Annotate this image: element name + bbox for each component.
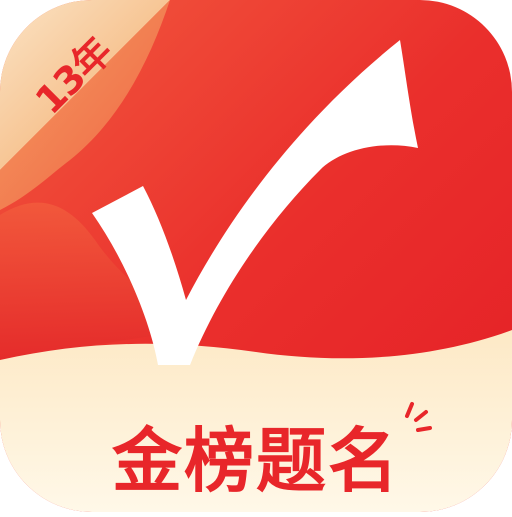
slogan-text: 金榜题名 (112, 420, 400, 502)
app-icon[interactable]: 13年 金榜题名 (0, 0, 512, 512)
